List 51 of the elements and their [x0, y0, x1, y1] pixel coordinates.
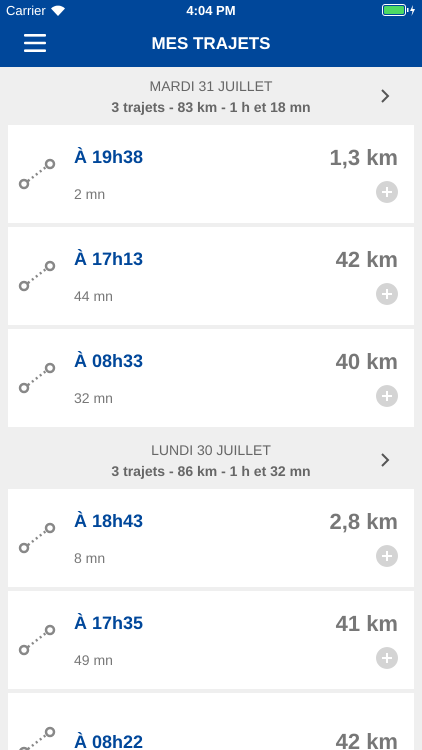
route-icon [18, 362, 56, 394]
chevron-right-icon[interactable] [380, 88, 390, 104]
day-date: LUNDI 30 JUILLET [151, 442, 271, 458]
trip-card[interactable]: À 17h35 49 mn 41 km [8, 591, 414, 689]
wifi-icon [50, 4, 65, 16]
trip-card[interactable]: À 19h38 2 mn 1,3 km [8, 125, 414, 223]
add-button[interactable] [376, 385, 398, 407]
plus-icon [382, 653, 392, 663]
trip-distance: 40 km [336, 349, 398, 375]
trip-distance: 42 km [336, 247, 398, 273]
trip-distance: 42 km [336, 729, 398, 750]
add-button[interactable] [376, 545, 398, 567]
plus-icon [382, 551, 392, 561]
route-icon [18, 624, 56, 656]
trip-card[interactable]: À 08h22 42 km [8, 693, 414, 750]
trip-distance: 2,8 km [330, 509, 398, 535]
trip-time: À 17h35 [74, 612, 144, 634]
trip-card[interactable]: À 08h33 32 mn 40 km [8, 329, 414, 427]
trip-duration: 44 mn [74, 288, 114, 304]
page-title: MES TRAJETS [151, 34, 271, 54]
plus-icon [382, 187, 392, 197]
trip-card[interactable]: À 18h43 8 mn 2,8 km [8, 489, 414, 587]
trip-distance: 41 km [336, 611, 398, 637]
plus-icon [382, 289, 392, 299]
day-date: MARDI 31 JUILLET [150, 78, 272, 94]
carrier-label: Carrier [6, 2, 46, 18]
add-button[interactable] [376, 181, 398, 203]
chevron-right-icon[interactable] [380, 452, 390, 468]
trip-time: À 17h13 [74, 248, 144, 270]
battery-icon [382, 4, 416, 16]
trip-time: À 08h33 [74, 350, 144, 372]
trip-distance: 1,3 km [330, 145, 398, 171]
day-summary: 3 trajets - 86 km - 1 h et 32 mn [111, 462, 311, 478]
trip-duration: 49 mn [74, 652, 114, 668]
menu-icon[interactable] [24, 34, 46, 52]
trip-time: À 08h22 [74, 732, 144, 750]
route-icon [18, 158, 56, 190]
day-summary: 3 trajets - 83 km - 1 h et 18 mn [111, 98, 311, 114]
trip-duration: 8 mn [74, 550, 106, 566]
route-icon [18, 260, 56, 292]
trip-duration: 2 mn [74, 186, 106, 202]
add-button[interactable] [376, 283, 398, 305]
plus-icon [382, 391, 392, 401]
trip-time: À 18h43 [74, 510, 144, 532]
trip-duration: 32 mn [74, 390, 114, 406]
route-icon [18, 726, 56, 750]
clock: 4:04 PM [186, 2, 236, 18]
trip-time: À 19h38 [74, 146, 144, 168]
route-icon [18, 522, 56, 554]
trip-card[interactable]: À 17h13 44 mn 42 km [8, 227, 414, 325]
add-button[interactable] [376, 647, 398, 669]
